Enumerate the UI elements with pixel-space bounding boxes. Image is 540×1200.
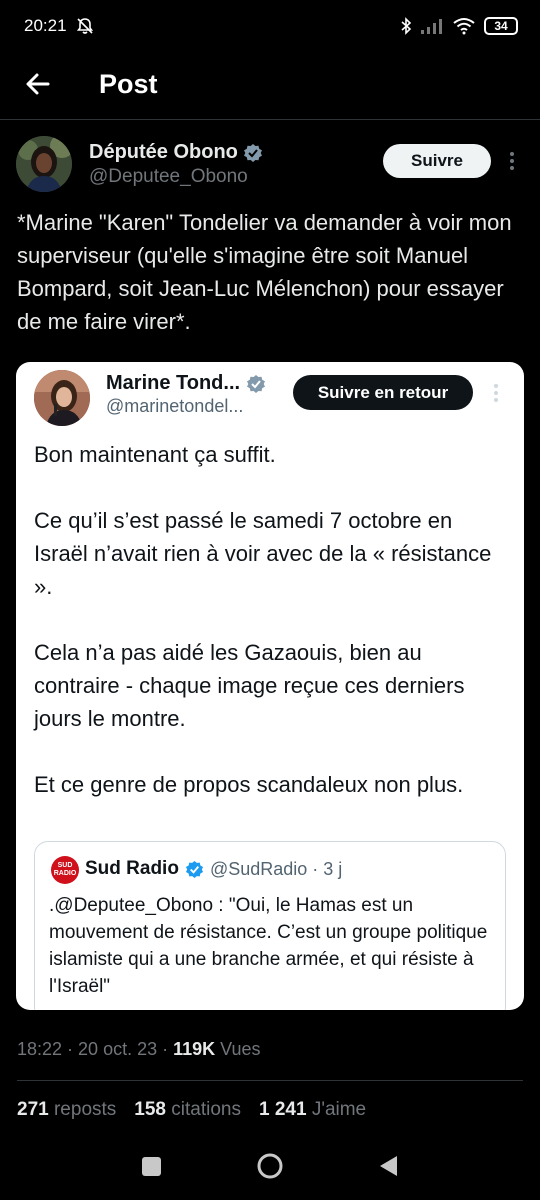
nested-quoted-tweet[interactable]: SUD RADIO Sud Radio @SudRadio · 3 j .@De… — [34, 841, 506, 1010]
quote-paragraph: Ce qu’il s’est passé le samedi 7 octobre… — [34, 508, 492, 599]
quoted-tweet-card[interactable]: Marine Tond... @marinetondel... Suivre e… — [16, 362, 524, 1010]
post-meta: 18:22 · 20 oct. 23 · 119K Vues — [17, 1039, 261, 1060]
more-options-icon[interactable] — [508, 150, 516, 172]
divider — [17, 1080, 523, 1081]
verified-badge-icon — [247, 374, 266, 393]
status-left: 20:21 — [24, 16, 95, 36]
quotes-stat[interactable]: 158 citations — [134, 1099, 241, 1121]
likes-stat[interactable]: 1 241 J'aime — [259, 1099, 366, 1121]
post-timestamp: 18:22 · 20 oct. 23 · — [17, 1039, 174, 1059]
follow-button[interactable]: Suivre — [383, 144, 491, 178]
author-name[interactable]: Députée Obono — [89, 141, 238, 164]
quote-name-row: Marine Tond... — [106, 372, 266, 395]
quote-author-handle: @marinetondel... — [106, 396, 244, 416]
quote-avatar-image — [34, 370, 90, 426]
muted-bell-icon — [76, 18, 93, 34]
logo-text-bottom: RADIO — [53, 870, 77, 877]
system-nav-bar — [0, 1140, 540, 1200]
quotes-label: citations — [171, 1099, 241, 1120]
wifi-icon — [453, 18, 475, 35]
tweet-text: *Marine "Karen" Tondelier va demander à … — [17, 210, 512, 334]
quote-author-avatar[interactable] — [34, 370, 90, 426]
recents-square-icon[interactable] — [142, 1157, 161, 1176]
home-circle-icon[interactable] — [256, 1152, 284, 1180]
status-time: 20:21 — [24, 16, 67, 35]
author-avatar-image — [16, 136, 72, 192]
nested-quote-text: .@Deputee_Obono : "Oui, le Hamas est un … — [49, 895, 488, 997]
verified-badge-icon — [243, 143, 262, 162]
quote-more-options-icon[interactable] — [492, 382, 500, 404]
header: Post — [0, 52, 540, 120]
back-arrow-icon[interactable] — [24, 70, 52, 98]
likes-label: J'aime — [311, 1099, 367, 1120]
quotes-count: 158 — [134, 1099, 166, 1120]
reposts-stat[interactable]: 271 reposts — [17, 1099, 116, 1121]
battery-icon: 34 — [484, 17, 518, 35]
author-row: Députée Obono @Deputee_Obono Suivre — [16, 136, 524, 196]
quote-author-name[interactable]: Marine Tond... — [106, 372, 240, 395]
author-handle: @Deputee_Obono — [89, 166, 248, 187]
quote-paragraph: Bon maintenant ça suffit. — [34, 442, 276, 467]
quote-text: Bon maintenant ça suffit. Ce qu’il s’est… — [34, 438, 506, 834]
engagement-stats: 271 reposts 158 citations 1 241 J'aime — [17, 1099, 366, 1121]
nested-author-handle: @SudRadio · 3 j — [209, 858, 343, 879]
likes-count: 1 241 — [258, 1099, 307, 1120]
view-count: 119K — [173, 1039, 216, 1059]
views-label: Vues — [215, 1039, 261, 1059]
sud-radio-logo[interactable]: SUD RADIO — [51, 856, 79, 884]
nested-author-name: Sud Radio — [85, 858, 179, 879]
back-triangle-icon[interactable] — [377, 1154, 399, 1178]
reposts-label: reposts — [53, 1099, 117, 1120]
nested-quote-header: Sud Radio @SudRadio · 3 j — [85, 858, 342, 880]
page-title: Post — [99, 69, 158, 99]
signal-icon — [421, 19, 442, 34]
quote-paragraph: Et ce genre de propos scandaleux non plu… — [34, 772, 464, 797]
bluetooth-icon — [401, 17, 412, 35]
author-name-row: Députée Obono — [89, 141, 263, 164]
status-bar: 20:21 34 — [0, 0, 540, 52]
verified-badge-icon — [185, 860, 204, 878]
logo-text-top: SUD — [57, 862, 73, 869]
author-avatar[interactable] — [16, 136, 72, 192]
follow-back-button[interactable]: Suivre en retour — [293, 375, 473, 410]
quote-paragraph: Cela n’a pas aidé les Gazaouis, bien au … — [34, 640, 465, 731]
reposts-count: 271 — [17, 1099, 49, 1120]
status-right: 34 — [400, 16, 518, 36]
